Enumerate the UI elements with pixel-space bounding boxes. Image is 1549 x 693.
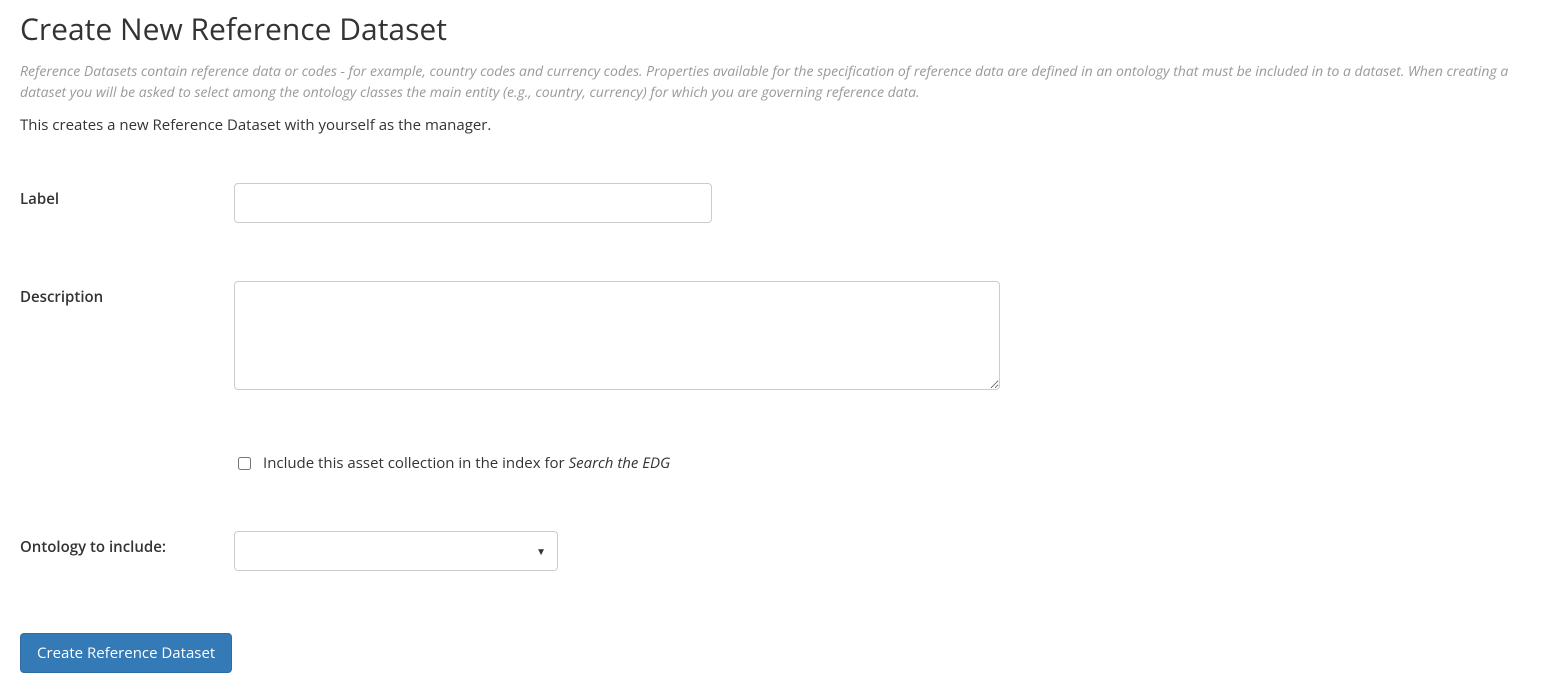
index-checkbox-row: Include this asset collection in the ind… (20, 453, 1529, 473)
description-field-label: Description (20, 281, 234, 307)
page-title: Create New Reference Dataset (20, 8, 1529, 49)
ontology-field-label: Ontology to include: (20, 531, 234, 557)
label-input[interactable] (234, 183, 712, 223)
description-row: Description (20, 281, 1529, 395)
include-index-label: Include this asset collection in the ind… (263, 453, 670, 473)
include-index-checkbox[interactable] (238, 457, 251, 470)
sub-intro-text: This creates a new Reference Dataset wit… (20, 115, 1529, 135)
create-reference-dataset-button[interactable]: Create Reference Dataset (20, 633, 232, 673)
description-textarea[interactable] (234, 281, 1000, 390)
intro-text: Reference Datasets contain reference dat… (20, 61, 1529, 103)
include-index-label-emphasis: Search the EDG (569, 453, 671, 473)
include-index-label-prefix: Include this asset collection in the ind… (263, 453, 569, 473)
label-row: Label (20, 183, 1529, 223)
ontology-select[interactable] (234, 531, 558, 571)
label-field-label: Label (20, 183, 234, 209)
submit-row: Create Reference Dataset (20, 633, 1529, 673)
ontology-row: Ontology to include: ▼ (20, 531, 1529, 571)
